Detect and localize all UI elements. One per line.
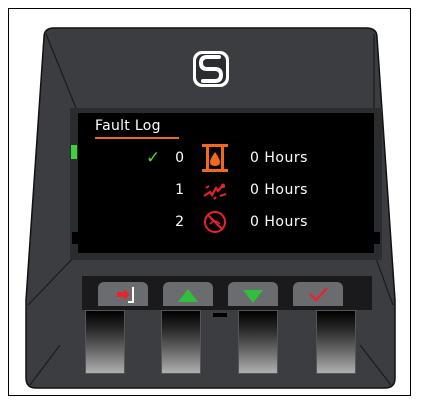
triangle-up-icon xyxy=(178,289,198,302)
confirm-key[interactable] xyxy=(293,282,343,306)
exit-arrow-icon xyxy=(117,287,134,303)
page-title: Fault Log xyxy=(95,118,161,134)
up-key[interactable] xyxy=(163,282,213,306)
fault-row: 2 0 Hours xyxy=(78,210,374,234)
broken-part-icon xyxy=(203,183,227,200)
display-screen: Fault Log ✓ 0 0 Hours 1 0 Hours 2 0 Hour… xyxy=(78,113,374,253)
fault-hours: 0 Hours xyxy=(250,182,308,198)
crossed-circle-icon xyxy=(204,211,226,233)
pump-drop-icon xyxy=(202,144,228,172)
fault-index: 0 xyxy=(175,150,184,166)
title-underline xyxy=(95,137,179,139)
back-key[interactable] xyxy=(98,282,148,306)
hard-button-1[interactable] xyxy=(85,310,125,374)
fault-index: 2 xyxy=(175,214,184,230)
checkmark-icon xyxy=(309,287,328,302)
down-key[interactable] xyxy=(228,282,278,306)
status-led-left xyxy=(71,145,77,159)
hard-button-3[interactable] xyxy=(238,310,278,374)
fault-hours: 0 Hours xyxy=(250,214,308,230)
fault-index: 1 xyxy=(175,182,184,198)
triangle-down-icon xyxy=(243,290,263,303)
hard-button-4[interactable] xyxy=(316,310,356,374)
brand-logo xyxy=(193,51,229,87)
fault-row: 1 0 Hours xyxy=(78,178,374,202)
check-icon: ✓ xyxy=(146,148,161,168)
fault-row: ✓ 0 0 Hours xyxy=(78,144,374,172)
hard-button-2[interactable] xyxy=(161,310,201,374)
fault-hours: 0 Hours xyxy=(250,150,308,166)
